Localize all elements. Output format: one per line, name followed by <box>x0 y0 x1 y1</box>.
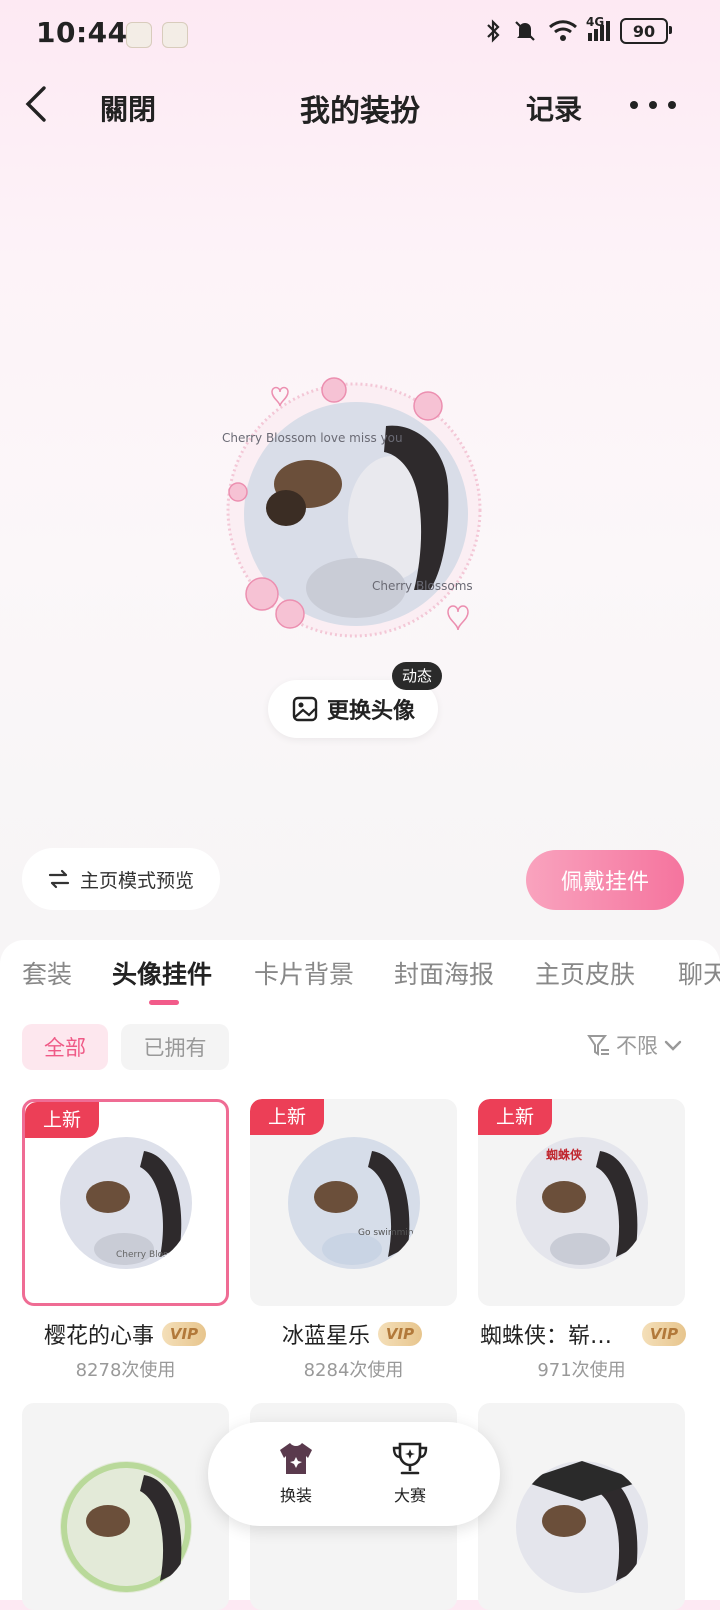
item-name: 蜘蛛侠：崭… <box>480 1324 613 1349</box>
pendant-card[interactable]: 上新 Go swimming <box>250 1099 457 1306</box>
item-name: 樱花的心事 <box>44 1324 155 1349</box>
signal-icon: 4G <box>586 15 610 41</box>
tab-suit[interactable]: 套装 <box>22 955 72 991</box>
dock-contest-label: 大赛 <box>393 1486 426 1505</box>
tab-cover-poster[interactable]: 封面海报 <box>394 955 494 991</box>
item-usage-count: 8284次使用 <box>303 1360 404 1381</box>
close-button[interactable]: 關閉 <box>100 88 156 128</box>
wifi-icon <box>549 20 577 41</box>
bottom-dock: 换装 大赛 <box>208 1422 500 1526</box>
avatar-preview: Cherry Blossom love miss you Cherry Blos… <box>216 368 492 650</box>
item-usage-count: 8278次使用 <box>75 1360 176 1381</box>
pendant-thumbnail <box>515 1460 648 1593</box>
dynamic-badge: 动态 <box>392 662 443 690</box>
more-dot <box>649 101 657 109</box>
pendant-thumbnail: Cherry Blossoms <box>59 1136 192 1269</box>
item-usage-count: 971次使用 <box>537 1360 626 1381</box>
vip-badge: VIP <box>378 1322 423 1346</box>
back-button[interactable] <box>20 84 56 124</box>
frame-text-top: Cherry Blossom love miss you <box>222 431 403 445</box>
filter-owned[interactable]: 已拥有 <box>121 1024 229 1070</box>
frame-text-bottom: Cherry Blossoms <box>372 579 473 593</box>
pendant-thumbnail: 蜘蛛侠 <box>515 1136 648 1269</box>
notification-icon <box>126 22 152 48</box>
thumbnail-text: 蜘蛛侠 <box>546 1147 583 1162</box>
item-name-row: 冰蓝星乐 VIP <box>282 1318 423 1350</box>
chevron-left-icon <box>25 86 46 122</box>
notification-icon <box>162 22 188 48</box>
tab-avatar-pendant[interactable]: 头像挂件 <box>112 955 212 991</box>
sort-dropdown[interactable]: 不限 <box>586 1030 684 1060</box>
avatar-frame-art: Cherry Blossom love miss you Cherry Blos… <box>222 377 482 638</box>
dock-outfit[interactable]: 换装 <box>256 1440 336 1506</box>
category-tabs: 套装 头像挂件 卡片背景 封面海报 主页皮肤 聊天 <box>0 955 720 995</box>
battery-icon: 90 <box>620 18 672 44</box>
pendant-card[interactable] <box>22 1403 229 1610</box>
dock-outfit-label: 换装 <box>279 1486 312 1505</box>
status-icons: 4G 90 <box>484 15 672 44</box>
pendant-thumbnail <box>59 1460 192 1593</box>
swap-icon <box>48 869 70 889</box>
pendant-thumbnail: Go swimming <box>287 1136 420 1269</box>
tab-homepage-skin[interactable]: 主页皮肤 <box>535 955 635 991</box>
outfit-icon <box>280 1443 312 1474</box>
wear-pendant-button[interactable]: 佩戴挂件 <box>526 850 684 910</box>
network-label: 4G <box>586 15 605 29</box>
vip-badge: VIP <box>162 1322 207 1346</box>
record-button[interactable]: 记录 <box>526 88 582 128</box>
tab-card-background[interactable]: 卡片背景 <box>254 955 354 991</box>
battery-level: 90 <box>632 21 656 41</box>
trophy-icon <box>392 1442 428 1475</box>
vip-badge: VIP <box>642 1322 686 1346</box>
new-badge: 上新 <box>25 1102 99 1138</box>
pendant-card[interactable]: 上新 蜘蛛侠 <box>478 1099 685 1306</box>
more-dot <box>630 101 638 109</box>
dock-contest[interactable]: 大赛 <box>370 1440 450 1506</box>
pendant-card[interactable]: 上新 Cherry Blossoms <box>22 1099 229 1306</box>
active-tab-indicator <box>149 1000 179 1005</box>
change-avatar-label: 更换头像 <box>326 699 415 724</box>
item-name-row: 樱花的心事 VIP <box>44 1318 207 1350</box>
pendant-card[interactable] <box>478 1403 685 1610</box>
mute-icon <box>515 21 535 41</box>
status-time: 10:44 <box>36 16 128 49</box>
bluetooth-icon <box>487 19 500 43</box>
thumbnail-text: Cherry Blossoms <box>116 1250 192 1260</box>
image-icon <box>292 696 318 722</box>
tab-chat[interactable]: 聊天 <box>678 955 720 991</box>
preview-mode-label: 主页模式预览 <box>80 869 195 892</box>
preview-mode-button[interactable]: 主页模式预览 <box>22 848 220 910</box>
chevron-down-icon <box>664 1040 682 1051</box>
filter-icon <box>587 1035 609 1056</box>
new-badge: 上新 <box>478 1099 552 1135</box>
thumbnail-text: Go swimming <box>358 1228 419 1238</box>
more-dot <box>668 101 676 109</box>
new-badge: 上新 <box>250 1099 324 1135</box>
sort-label: 不限 <box>616 1034 658 1058</box>
item-name: 冰蓝星乐 <box>282 1324 371 1349</box>
item-name-row: 蜘蛛侠：崭… VIP <box>480 1318 686 1350</box>
filter-all[interactable]: 全部 <box>22 1024 108 1070</box>
more-button[interactable] <box>630 92 676 118</box>
